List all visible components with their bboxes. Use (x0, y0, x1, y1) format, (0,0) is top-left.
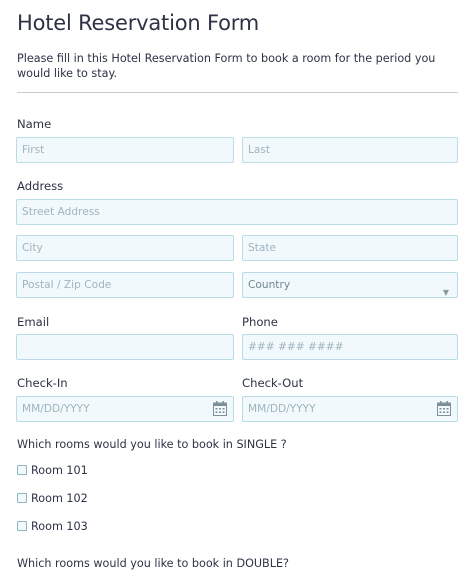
checkout-label: Check-Out (242, 376, 304, 390)
single-rooms-question: Which rooms would you like to book in SI… (17, 438, 287, 451)
email-input[interactable] (16, 334, 234, 360)
checkin-date-input[interactable]: MM/DD/YYYY (16, 396, 234, 422)
form-title: Hotel Reservation Form (17, 11, 260, 35)
first-name-placeholder: First (22, 144, 45, 156)
street-address-placeholder: Street Address (22, 206, 100, 218)
room-103-checkbox[interactable] (17, 521, 27, 531)
city-placeholder: City (22, 242, 43, 254)
first-name-input[interactable]: First (16, 137, 234, 163)
header-divider (17, 92, 458, 93)
room-103-label: Room 103 (31, 519, 88, 533)
last-name-placeholder: Last (248, 144, 271, 156)
city-input[interactable]: City (16, 235, 234, 261)
state-input[interactable]: State (242, 235, 458, 261)
country-selected-value: Country (248, 279, 291, 291)
chevron-down-icon: ▼ (442, 288, 449, 297)
checkout-date-input[interactable]: MM/DD/YYYY (242, 396, 458, 422)
country-select[interactable]: Country ▼ (242, 272, 458, 298)
street-address-input[interactable]: Street Address (16, 199, 458, 225)
room-101-option[interactable]: Room 101 (17, 463, 88, 477)
checkin-placeholder: MM/DD/YYYY (22, 403, 90, 415)
room-102-label: Room 102 (31, 491, 88, 505)
room-103-option[interactable]: Room 103 (17, 519, 88, 533)
room-102-option[interactable]: Room 102 (17, 491, 88, 505)
phone-label: Phone (242, 315, 278, 329)
room-101-label: Room 101 (31, 463, 88, 477)
zip-placeholder: Postal / Zip Code (22, 279, 112, 291)
checkout-placeholder: MM/DD/YYYY (248, 403, 316, 415)
calendar-icon[interactable] (437, 401, 451, 416)
phone-input[interactable]: ### ### #### (242, 334, 458, 360)
email-label: Email (17, 315, 50, 329)
last-name-input[interactable]: Last (242, 137, 458, 163)
name-label: Name (17, 117, 52, 131)
calendar-icon[interactable] (213, 401, 227, 416)
room-102-checkbox[interactable] (17, 493, 27, 503)
double-rooms-question: Which rooms would you like to book in DO… (17, 557, 289, 570)
address-label: Address (17, 179, 64, 193)
state-placeholder: State (248, 242, 277, 254)
zip-input[interactable]: Postal / Zip Code (16, 272, 234, 298)
form-description: Please fill in this Hotel Reservation Fo… (17, 52, 436, 80)
checkin-label: Check-In (17, 376, 68, 390)
phone-placeholder: ### ### #### (248, 341, 344, 353)
room-101-checkbox[interactable] (17, 465, 27, 475)
